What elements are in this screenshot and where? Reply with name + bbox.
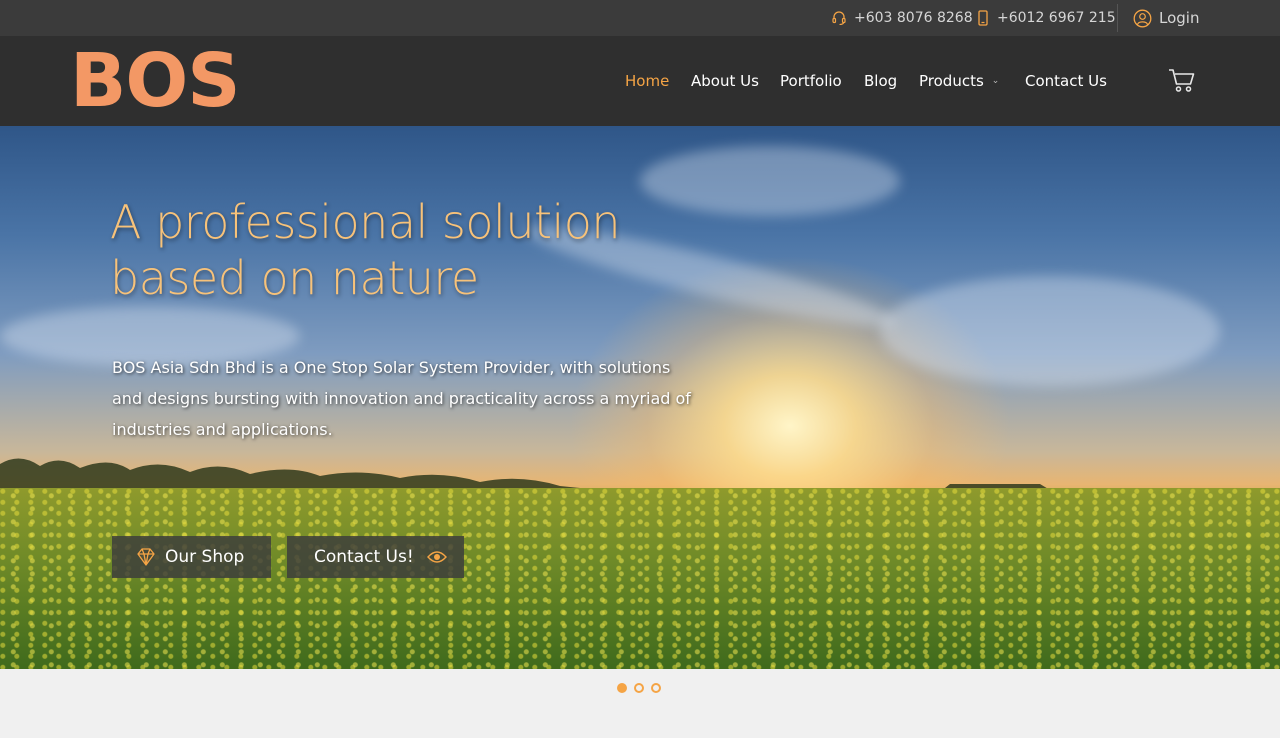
contact-us-label: Contact Us!	[314, 547, 414, 567]
nav-products[interactable]: Products ⌄	[919, 36, 999, 126]
slide-dot-2[interactable]	[634, 683, 644, 693]
nav-portfolio[interactable]: Portfolio	[780, 36, 842, 126]
flower-field	[0, 488, 1280, 669]
nav-contact-us[interactable]: Contact Us	[1025, 36, 1107, 126]
nav-products-label: Products	[919, 72, 984, 90]
phone-mobile[interactable]: +6012 6967 215	[976, 0, 1116, 36]
shopping-cart-icon	[1169, 69, 1195, 92]
our-shop-label: Our Shop	[165, 547, 245, 567]
cloud	[880, 276, 1220, 386]
hero-description: BOS Asia Sdn Bhd is a One Stop Solar Sys…	[112, 358, 691, 439]
nav-blog[interactable]: Blog	[864, 36, 897, 126]
diamond-icon	[137, 548, 155, 566]
phone-primary[interactable]: +603 8076 8268	[831, 0, 973, 36]
slide-dot-1[interactable]	[617, 683, 627, 693]
brand-logo[interactable]: BOS	[70, 40, 241, 122]
hero-banner: A professional solution based on nature …	[0, 126, 1280, 669]
login-text: Login	[1159, 9, 1200, 27]
mobile-phone-icon	[978, 10, 988, 26]
main-header: BOS Home About Us Portfolio Blog Product…	[0, 36, 1280, 126]
user-circle-icon	[1133, 9, 1152, 27]
chevron-down-icon: ⌄	[991, 76, 1000, 86]
eye-icon	[426, 551, 447, 563]
phone-mobile-text: +6012 6967 215	[997, 10, 1116, 26]
nav-about-us[interactable]: About Us	[691, 36, 759, 126]
topbar-divider	[1117, 4, 1118, 32]
phone-primary-text: +603 8076 8268	[854, 10, 973, 26]
login-link[interactable]: Login	[1133, 0, 1199, 36]
hero-headline: A professional solution based on nature	[110, 194, 730, 306]
nav-home[interactable]: Home	[625, 36, 669, 126]
slider-dots	[617, 683, 661, 693]
hero-headline-line2: based on nature	[110, 251, 479, 305]
contact-us-button[interactable]: Contact Us!	[287, 536, 464, 578]
top-bar: +603 8076 8268 +6012 6967 215 Login	[0, 0, 1280, 36]
slide-dot-3[interactable]	[651, 683, 661, 693]
our-shop-button[interactable]: Our Shop	[112, 536, 271, 578]
cart-button[interactable]	[1168, 67, 1196, 97]
headset-icon	[832, 11, 846, 26]
hero-headline-line1: A professional solution	[110, 195, 621, 249]
